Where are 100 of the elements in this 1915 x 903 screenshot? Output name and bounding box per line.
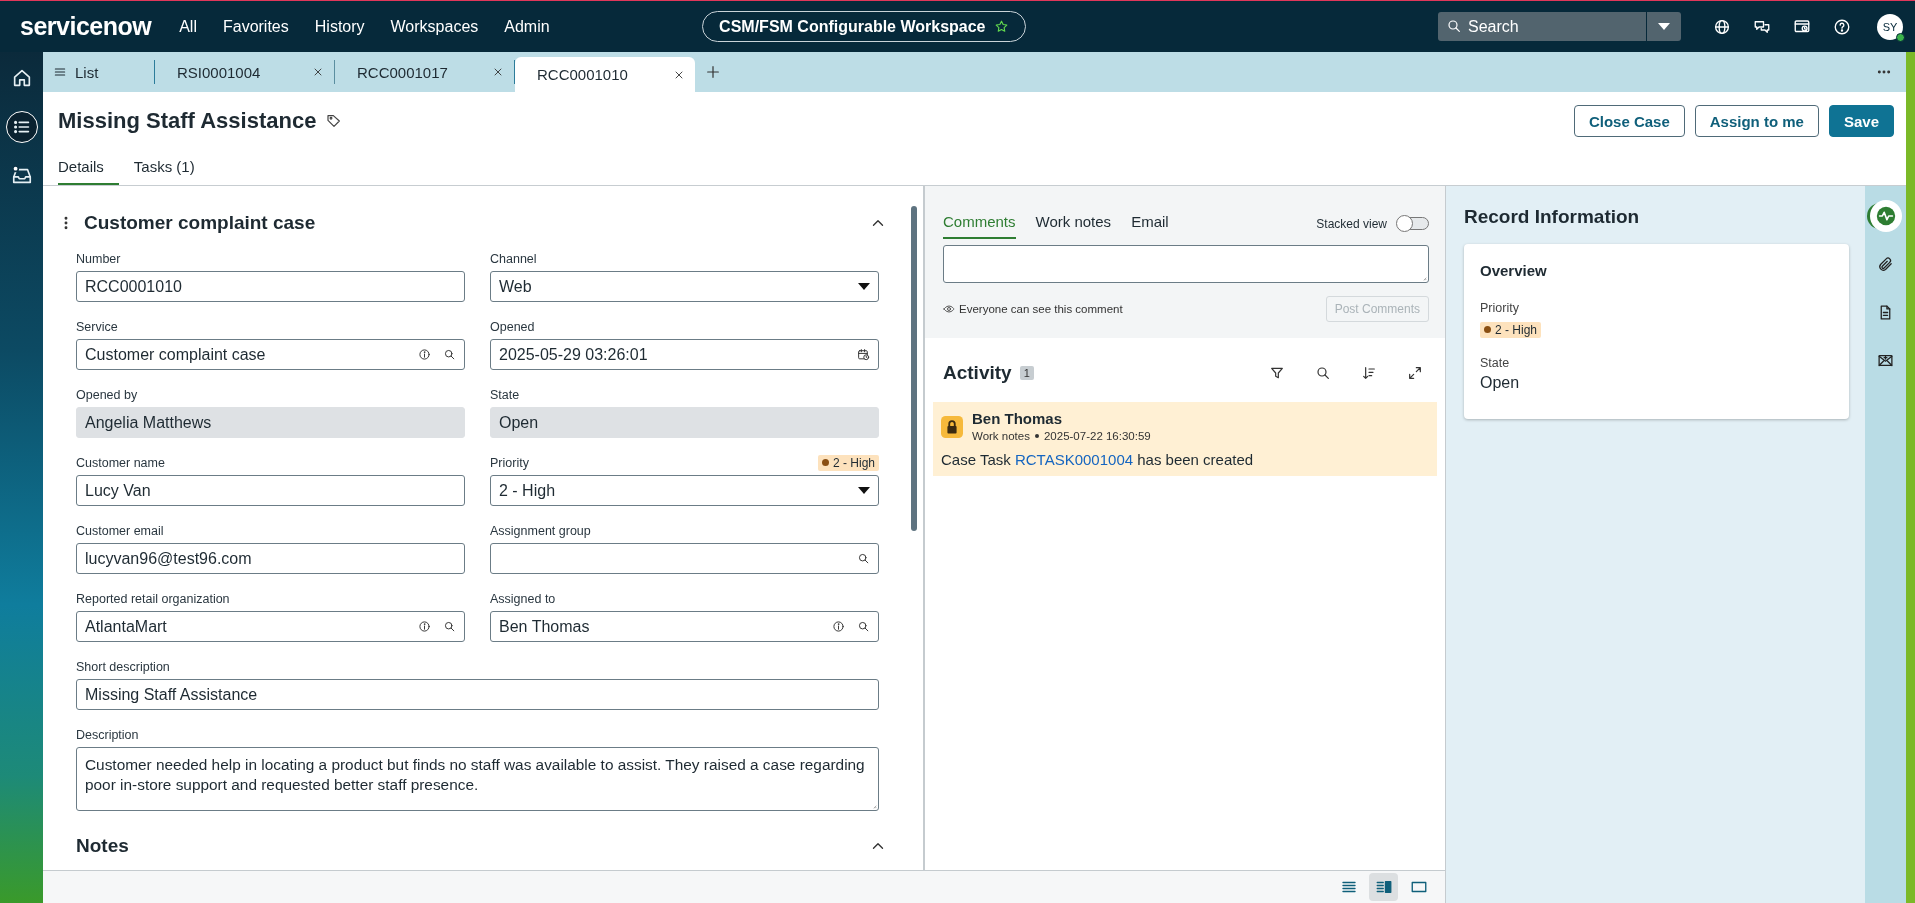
caret-icon: [1658, 23, 1670, 30]
logo[interactable]: servicenow: [20, 12, 152, 41]
paperclip-icon: [1877, 255, 1894, 273]
lookup-field[interactable]: AtlantaMart: [76, 611, 465, 642]
action-button[interactable]: Assign to me: [1694, 105, 1819, 137]
text-field[interactable]: lucyvan96@test96.com: [76, 543, 465, 574]
lookup-field[interactable]: [490, 543, 879, 574]
view-button[interactable]: [1369, 873, 1398, 901]
field-label: Channel: [490, 251, 537, 266]
record-title: Missing Staff Assistance: [58, 108, 317, 134]
field-label: Service: [76, 319, 118, 334]
menu-item[interactable]: Admin: [504, 17, 550, 36]
close-icon[interactable]: [312, 66, 324, 78]
record-link[interactable]: RCTASK0001004: [1014, 451, 1134, 468]
field-label: Opened: [490, 319, 535, 334]
tab[interactable]: Email: [1131, 208, 1169, 239]
comment-field[interactable]: [943, 245, 1429, 283]
field-value: Open: [1480, 373, 1521, 392]
field-label: Customer name: [76, 455, 165, 470]
text-field[interactable]: Lucy Van: [76, 475, 465, 506]
field-label: Customer email: [76, 523, 164, 538]
dropdown[interactable]: Web: [490, 271, 879, 302]
lookup-field[interactable]: Customer complaint case: [76, 339, 465, 370]
expand-icon[interactable]: [1407, 365, 1423, 381]
tab[interactable]: Details: [58, 150, 119, 185]
field-label: Assignment group: [490, 523, 591, 538]
section-title: Customer complaint case: [84, 212, 316, 234]
section-title: Notes: [76, 835, 129, 857]
field-label: Short description: [76, 659, 170, 674]
dropdown[interactable]: 2 - High: [490, 475, 879, 506]
text-area[interactable]: Customer needed help in locating a product but finds no staff was available to assist. They raised a case regarding poor in-store support and requested better staff presence.: [76, 747, 879, 811]
action-button[interactable]: Close Case: [1573, 105, 1685, 137]
count-badge: 1: [1019, 366, 1034, 380]
panel-title: Record Information: [1464, 206, 1641, 228]
filter-icon[interactable]: [1269, 365, 1285, 381]
dropdown-button[interactable]: [1646, 12, 1681, 41]
menu-item[interactable]: Workspaces: [390, 17, 479, 36]
tab[interactable]: Work notes: [1035, 208, 1112, 239]
tab[interactable]: List: [43, 60, 155, 84]
info-icon[interactable]: [418, 348, 431, 361]
add-tab-icon[interactable]: [705, 64, 721, 80]
search-icon[interactable]: [443, 620, 456, 633]
tab[interactable]: RSI0001004: [155, 60, 335, 84]
toggle-switch[interactable]: [1397, 217, 1429, 230]
eye-icon: [943, 303, 955, 315]
search-icon[interactable]: [1315, 365, 1331, 381]
search-icon[interactable]: [443, 348, 456, 361]
lock-icon: [941, 416, 963, 438]
menu-item[interactable]: Favorites: [222, 17, 289, 36]
search-field[interactable]: Search: [1438, 12, 1646, 41]
separator-dot: [1034, 434, 1039, 438]
text-field[interactable]: Missing Staff Assistance: [76, 679, 879, 710]
tab[interactable]: RCC0001010: [515, 57, 695, 92]
menu-item[interactable]: History: [314, 17, 365, 36]
sort-icon[interactable]: [1361, 365, 1377, 381]
side-tab[interactable]: [1869, 200, 1902, 232]
priority-badge: 2 - High: [1480, 321, 1542, 338]
date-field[interactable]: 2025-05-29 03:26:01: [490, 339, 879, 370]
field-label: State: [490, 387, 520, 402]
field-label: Priority: [1480, 301, 1520, 315]
tab[interactable]: Tasks (1): [118, 150, 210, 185]
list-icon[interactable]: [5, 111, 38, 143]
help-icon[interactable]: [1833, 17, 1851, 36]
info-icon[interactable]: [418, 620, 431, 633]
visibility-note: Everyone can see this comment: [959, 303, 1123, 315]
search-icon: [1446, 18, 1462, 34]
menu-item[interactable]: All: [179, 17, 197, 36]
field-label: Description: [76, 727, 139, 742]
activity-title: Activity: [943, 362, 1012, 384]
search-icon[interactable]: [857, 620, 870, 633]
author-name: Ben Thomas: [972, 410, 1063, 427]
tag-icon[interactable]: [326, 113, 343, 129]
split-view-icon: [1374, 878, 1393, 896]
activity-icon: [1874, 205, 1897, 227]
activity-message: Case Task RCTASK0001004 has been created: [941, 451, 1255, 468]
priority-badge: 2 - High: [817, 454, 879, 471]
card-title: Overview: [1480, 262, 1548, 279]
entry-type: Work notes: [972, 430, 1030, 442]
calendar-icon[interactable]: [857, 348, 870, 361]
field-label: Number: [76, 251, 121, 266]
field-label: Priority: [490, 455, 529, 470]
text-field[interactable]: RCC0001010: [76, 271, 465, 302]
caret-icon: [858, 283, 870, 290]
search-icon[interactable]: [857, 552, 870, 565]
scrollbar[interactable]: [911, 206, 917, 531]
globe-icon[interactable]: [1713, 17, 1731, 36]
status-dot: [1896, 32, 1905, 42]
tab[interactable]: Comments: [943, 208, 1016, 239]
read-only-field: Angelia Matthews: [76, 407, 465, 438]
star-icon[interactable]: [993, 19, 1009, 34]
menu-icon: [53, 65, 67, 79]
close-icon[interactable]: [492, 66, 504, 78]
lookup-field[interactable]: Ben Thomas: [490, 611, 879, 642]
field-label: Opened by: [76, 387, 138, 402]
timestamp: 2025-07-22 16:30:59: [1043, 430, 1151, 442]
field-label: Reported retail organization: [76, 591, 230, 606]
field-label: Assigned to: [490, 591, 556, 606]
avatar[interactable]: SY: [1877, 13, 1903, 40]
info-icon[interactable]: [832, 620, 845, 633]
save-button[interactable]: Save: [1828, 105, 1894, 137]
